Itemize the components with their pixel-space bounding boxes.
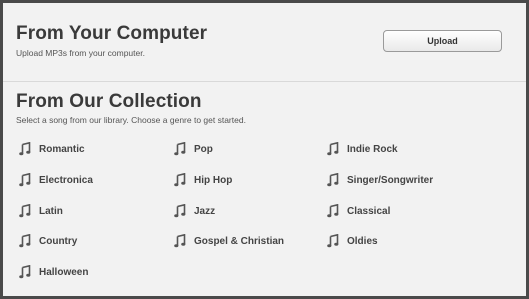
music-note-icon xyxy=(327,172,339,187)
genre-item[interactable]: Classical xyxy=(327,203,390,219)
genre-item[interactable]: Jazz xyxy=(174,203,215,219)
upload-button[interactable]: Upload xyxy=(383,30,502,52)
from-collection-title: From Our Collection xyxy=(16,91,202,112)
genre-label: Halloween xyxy=(39,266,89,278)
genre-label: Classical xyxy=(347,205,391,217)
genre-label: Indie Rock xyxy=(347,143,398,155)
from-collection-section: From Our Collection Select a song from o… xyxy=(3,82,526,296)
genre-label: Oldies xyxy=(347,235,378,247)
music-source-panel: From Your Computer Upload MP3s from your… xyxy=(0,0,529,299)
genre-item[interactable]: Electronica xyxy=(19,172,93,188)
music-note-icon xyxy=(327,141,339,156)
genre-label: Latin xyxy=(39,205,63,217)
genre-item[interactable]: Hip Hop xyxy=(174,172,232,188)
genre-label: Romantic xyxy=(39,143,85,155)
music-note-icon xyxy=(174,233,186,248)
music-note-icon xyxy=(19,233,31,248)
music-note-icon xyxy=(174,203,186,218)
genre-item[interactable]: Indie Rock xyxy=(327,141,398,157)
music-note-icon xyxy=(327,233,339,248)
music-note-icon xyxy=(327,203,339,218)
music-note-icon xyxy=(174,141,186,156)
genre-item[interactable]: Oldies xyxy=(327,233,378,249)
genre-item[interactable]: Latin xyxy=(19,203,63,219)
music-note-icon xyxy=(174,172,186,187)
genre-label: Hip Hop xyxy=(194,174,233,186)
music-note-icon xyxy=(19,203,31,218)
music-note-icon xyxy=(19,141,31,156)
genre-label: Electronica xyxy=(39,174,93,186)
genre-item[interactable]: Romantic xyxy=(19,141,85,157)
genre-label: Pop xyxy=(194,143,213,155)
genre-label: Country xyxy=(39,235,78,247)
genre-label: Jazz xyxy=(194,205,216,217)
music-note-icon xyxy=(19,264,31,279)
genre-item[interactable]: Halloween xyxy=(19,264,88,280)
music-note-icon xyxy=(19,172,31,187)
genre-item[interactable]: Pop xyxy=(174,141,213,157)
genre-item[interactable]: Singer/Songwriter xyxy=(327,172,433,188)
from-computer-section: From Your Computer Upload MP3s from your… xyxy=(3,3,526,82)
from-computer-subtitle: Upload MP3s from your computer. xyxy=(16,48,145,58)
genre-label: Gospel & Christian xyxy=(194,235,285,247)
from-collection-subtitle: Select a song from our library. Choose a… xyxy=(16,115,246,125)
genre-item[interactable]: Gospel & Christian xyxy=(174,233,284,249)
genre-item[interactable]: Country xyxy=(19,233,77,249)
from-computer-title: From Your Computer xyxy=(16,23,208,44)
genre-label: Singer/Songwriter xyxy=(347,174,434,186)
